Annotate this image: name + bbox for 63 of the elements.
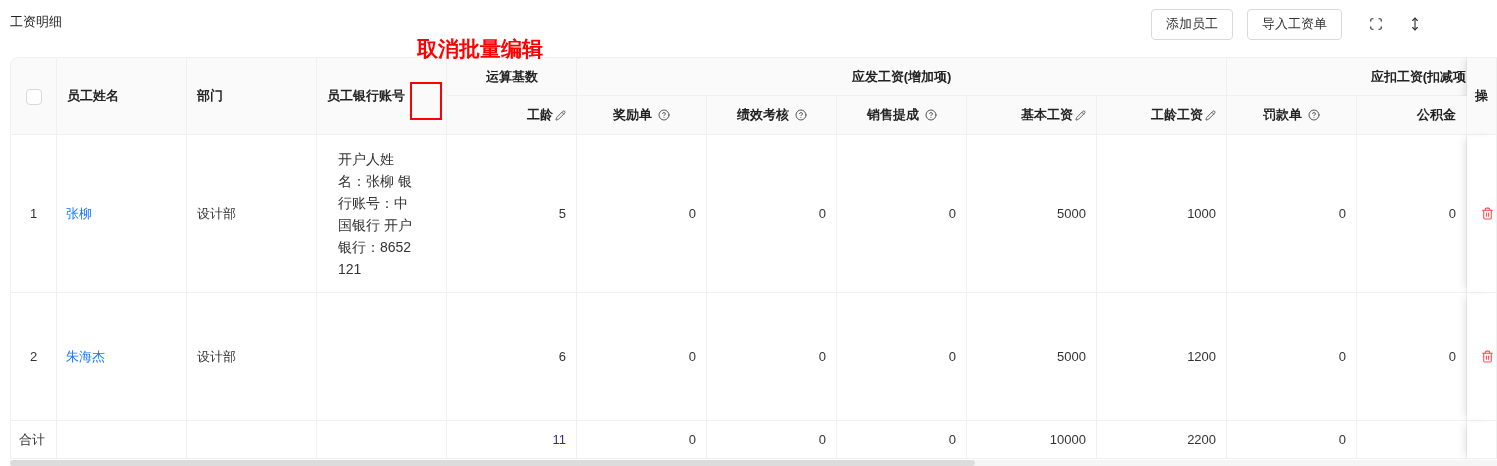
row-number: 1 (29, 205, 38, 221)
toolbar-button[interactable]: 导入工资单 (1247, 8, 1342, 40)
column-group-header: 应扣工资(扣减项 (1370, 68, 1467, 84)
table-cell: 11 (552, 431, 566, 447)
column-group-header: 运算基数 (485, 68, 538, 84)
edit-icon[interactable] (1205, 109, 1217, 121)
help-icon (924, 109, 937, 121)
table-cell: 0 (818, 348, 826, 364)
table-cell: 0 (688, 431, 696, 447)
help-icon (658, 109, 670, 121)
horizontal-scrollbar[interactable] (10, 460, 1497, 466)
delete-icon[interactable] (1481, 350, 1495, 363)
fullscreen-icon[interactable] (1369, 17, 1383, 31)
column-header: 工龄 (527, 106, 553, 125)
select-all-checkbox[interactable] (25, 88, 42, 105)
column-header: 员工银行账号 (327, 88, 405, 104)
annotation-box (410, 82, 442, 120)
table-cell: 0 (818, 431, 826, 447)
column-group-header: 应发工资(增加项) (851, 68, 952, 84)
column-header: 罚款单 (1263, 106, 1303, 125)
table-cell: 0 (1448, 348, 1457, 364)
table-cell: 0 (948, 348, 956, 364)
table-cell: 0 (1448, 205, 1457, 221)
table-cell: 2200 (1187, 431, 1217, 447)
column-header: 公积金 (1417, 106, 1457, 125)
table-cell: 1200 (1187, 348, 1217, 364)
annotation-text: 取消批量编辑 (417, 36, 543, 62)
table-cell: 0 (1338, 205, 1347, 221)
table-cell: 0 (1338, 431, 1347, 447)
table-cell: 5 (558, 205, 566, 221)
page-title: 工资明细 (10, 13, 62, 32)
column-header: 绩效考核 (736, 106, 789, 125)
table-cell-text: 开户人姓名：张柳 银行账号：中国银行 开户银行：8652121 (338, 149, 413, 279)
table-cell: 0 (818, 205, 826, 221)
column-header: 基本工资 (1021, 106, 1073, 125)
employee-name-link[interactable]: 朱海杰 (66, 348, 105, 364)
delete-icon[interactable] (1481, 207, 1495, 220)
table-cell: 5000 (1057, 205, 1086, 221)
table-cell: 0 (948, 205, 956, 221)
table-cell: 1000 (1187, 205, 1217, 221)
table-cell: 5000 (1057, 348, 1086, 364)
edit-icon[interactable] (555, 109, 566, 121)
help-icon (794, 109, 807, 121)
edit-icon[interactable] (1075, 109, 1086, 121)
help-icon (1308, 109, 1321, 121)
table-cell: 设计部 (197, 205, 236, 221)
column-header: 部门 (197, 88, 223, 104)
column-header: 操 (1475, 88, 1489, 104)
toolbar-button[interactable]: 添加员工 (1151, 8, 1233, 40)
column-header: 奖励单 (613, 106, 652, 125)
table-cell: 0 (948, 431, 956, 447)
table-cell: 0 (688, 205, 696, 221)
column-header: 员工姓名 (67, 88, 119, 104)
column-header: 销售提成 (866, 106, 919, 125)
row-number: 2 (29, 348, 38, 364)
table-cell: 0 (1338, 348, 1347, 364)
table-cell: 0 (688, 348, 696, 364)
table-cell: 6 (558, 348, 566, 364)
table-cell: 10000 (1049, 431, 1086, 447)
employee-name-link[interactable]: 张柳 (66, 205, 92, 221)
totals-label: 合计 (19, 431, 45, 447)
column-header: 工龄工资 (1151, 106, 1204, 125)
table-cell: 设计部 (197, 348, 236, 364)
